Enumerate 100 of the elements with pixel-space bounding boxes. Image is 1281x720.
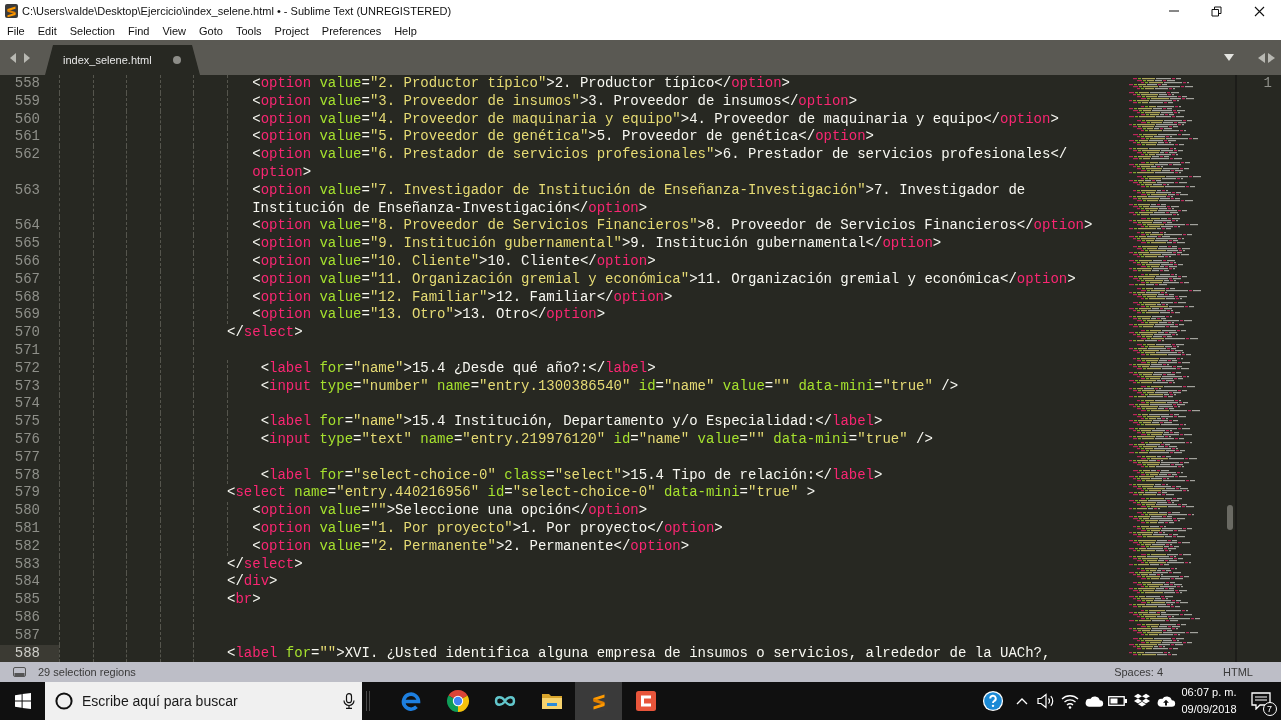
- code-line: <option value="6. Prestador de servicios profesionales">6. Prestador de servicios profesionales</ option>: [252, 146, 1068, 182]
- line-number: 575: [14, 413, 40, 430]
- microphone-icon[interactable]: [343, 693, 355, 709]
- line-number: 572: [14, 359, 40, 376]
- line-number: 587: [14, 626, 40, 643]
- ring-icon: [55, 692, 73, 710]
- line-number: 583: [14, 555, 40, 572]
- code-line: <select name="entry.440216956" id="select-choice-0" data-mini="true" >: [227, 484, 816, 503]
- menu-item[interactable]: View: [162, 24, 187, 38]
- code-line: <label for="">XVI. ¿Usted identifica alguna empresa de insumos o servicios, alrededor de la UACh?,: [227, 644, 1051, 662]
- line-number: 1: [1263, 75, 1272, 91]
- code-line: <option value="13. Otro">13. Otro</option>: [252, 306, 606, 325]
- restore-icon: [1211, 5, 1222, 17]
- code-line: <option value="10. Cliente">10. Cliente</option>: [252, 252, 656, 271]
- panel-icon[interactable]: [13, 667, 26, 677]
- menu-item[interactable]: Goto: [199, 24, 223, 38]
- line-number: 564: [14, 217, 40, 234]
- wifi-icon[interactable]: [1061, 693, 1079, 709]
- menu-item[interactable]: File: [7, 24, 25, 38]
- code-line: <option value="3. Proveedor de insumos">3. Proveedor de insumos</option>: [252, 92, 858, 111]
- line-number: 562: [14, 146, 40, 163]
- code-line: <option value="">Seleccione una opción</option>: [252, 502, 648, 520]
- code-line: <label for="name">15.4 ¿Desde qué año?:</label>: [260, 359, 656, 378]
- help-icon[interactable]: [982, 690, 1004, 712]
- code-line: <input type="text" name="entry.219976120" id="name" value="" data-mini="true" />: [260, 430, 933, 449]
- line-number: 573: [14, 377, 40, 394]
- code-line: <option value="5. Proveedor de genética">5. Proveedor de genética</option>: [252, 128, 874, 147]
- clock-date: 09/09/2018: [1181, 702, 1237, 717]
- code-line: <option value="11. Organización gremial y económica">11. Organización gremial y económica</option>: [252, 270, 1076, 289]
- cloud-icon[interactable]: [1084, 694, 1104, 708]
- indentation-setting[interactable]: Spaces: 4: [1114, 663, 1164, 681]
- line-number: 561: [14, 128, 40, 145]
- chevron-up-icon[interactable]: [1015, 696, 1029, 706]
- search-field[interactable]: Escribe aquí para buscar: [82, 689, 335, 713]
- notification-badge: 7: [1262, 702, 1277, 716]
- line-number: 574: [14, 395, 40, 412]
- line-number: 582: [14, 537, 40, 554]
- four-panes-icon: [14, 693, 31, 709]
- line-number: 588: [14, 644, 40, 661]
- code-line: </select>: [227, 324, 303, 342]
- line-number: 586: [14, 608, 40, 625]
- line-number: 567: [14, 270, 40, 287]
- line-number: 576: [14, 430, 40, 447]
- bracket-tile-icon: [633, 689, 658, 713]
- menu-item[interactable]: Tools: [235, 24, 262, 38]
- line-number: 580: [14, 502, 40, 519]
- menu-item[interactable]: Project: [274, 24, 309, 38]
- editor-tab[interactable]: index_selene.html: [45, 45, 200, 75]
- code-line: <option value="2. Permanente">2. Permanente</option>: [252, 537, 690, 556]
- line-number: 568: [14, 288, 40, 305]
- menu-item[interactable]: Preferences: [321, 24, 382, 38]
- line-number: 569: [14, 306, 40, 323]
- battery-icon[interactable]: [1108, 695, 1128, 707]
- arrow-right-icon[interactable]: [24, 52, 30, 63]
- line-number: 560: [14, 110, 40, 127]
- line-number: 579: [14, 484, 40, 501]
- clock-time: 06:07 p. m.: [1181, 685, 1237, 700]
- grip-icon: [366, 691, 370, 711]
- line-number: 559: [14, 92, 40, 109]
- striped-tile-icon: [5, 4, 18, 18]
- search-box[interactable]: Escribe aquí para buscar: [45, 682, 362, 720]
- open-box-icon[interactable]: [1133, 693, 1151, 709]
- line-number: 585: [14, 591, 40, 608]
- arrow-left-icon[interactable]: [1258, 52, 1265, 63]
- segmented-circle-icon: [445, 689, 470, 713]
- scrollbar-thumb[interactable]: [1227, 505, 1233, 530]
- line-number: 570: [14, 324, 40, 341]
- code-line: <option value="1. Por proyecto">1. Por proyecto</option>: [252, 519, 723, 538]
- menu-item[interactable]: Find: [127, 24, 150, 38]
- minimize-icon: [1168, 10, 1179, 12]
- code-line: <option value="7. Investigador de Institución de Enseñanza-Investigación">7. Investigador de Institución de Enseñanza-Investigación</option>: [252, 181, 1026, 218]
- line-number: 563: [14, 181, 40, 198]
- message-icon[interactable]: [1250, 692, 1271, 710]
- code-line: <label for="name">15.4 Institución, Departamento y/o Especialidad:</label>: [260, 413, 883, 431]
- code-line: </div>: [227, 573, 278, 592]
- line-number: 565: [14, 235, 40, 252]
- line-number: 584: [14, 573, 40, 590]
- code-line: <option value="8. Proveedor de Servicios Financieros">8. Proveedor de Servicios Financieros</option>: [252, 217, 1093, 236]
- status-message: 29 selection regions: [38, 664, 136, 680]
- code-line: <option value="12. Familiar">12. Familiar</option>: [252, 288, 673, 307]
- menu-item[interactable]: Help: [394, 24, 417, 38]
- code-line: <option value="9. Institución gubernamental">9. Institución gubernamental</option>: [252, 235, 942, 253]
- caret-down-icon[interactable]: [1224, 54, 1234, 61]
- arrow-right-icon[interactable]: [1268, 52, 1275, 63]
- code-line: </select>: [227, 555, 303, 574]
- menu-item[interactable]: Selection: [69, 24, 115, 38]
- close-icon: [1254, 5, 1265, 17]
- code-line: <br>: [227, 591, 261, 609]
- window-title: C:\Users\valde\Desktop\Ejercicio\index_selene.html • - Sublime Text (UNREGISTERED): [22, 3, 452, 19]
- arrow-left-icon[interactable]: [10, 52, 16, 63]
- line-number: 558: [14, 75, 40, 91]
- code-line: <label for="select-choice-0" class="select">15.4 Tipo de relación:</label>: [260, 466, 883, 485]
- code-line: <option value="2. Productor típico">2. Productor típico</option>: [252, 75, 790, 93]
- menu-item[interactable]: Edit: [37, 24, 57, 38]
- code-line: <input type="number" name="entry.1300386540" id="name" value="" data-mini="true" />: [260, 377, 959, 396]
- line-number: 577: [14, 448, 40, 465]
- line-number: 578: [14, 466, 40, 483]
- speaker-icon[interactable]: [1036, 692, 1056, 710]
- line-number: 571: [14, 341, 40, 358]
- syntax-setting[interactable]: HTML: [1223, 663, 1253, 681]
